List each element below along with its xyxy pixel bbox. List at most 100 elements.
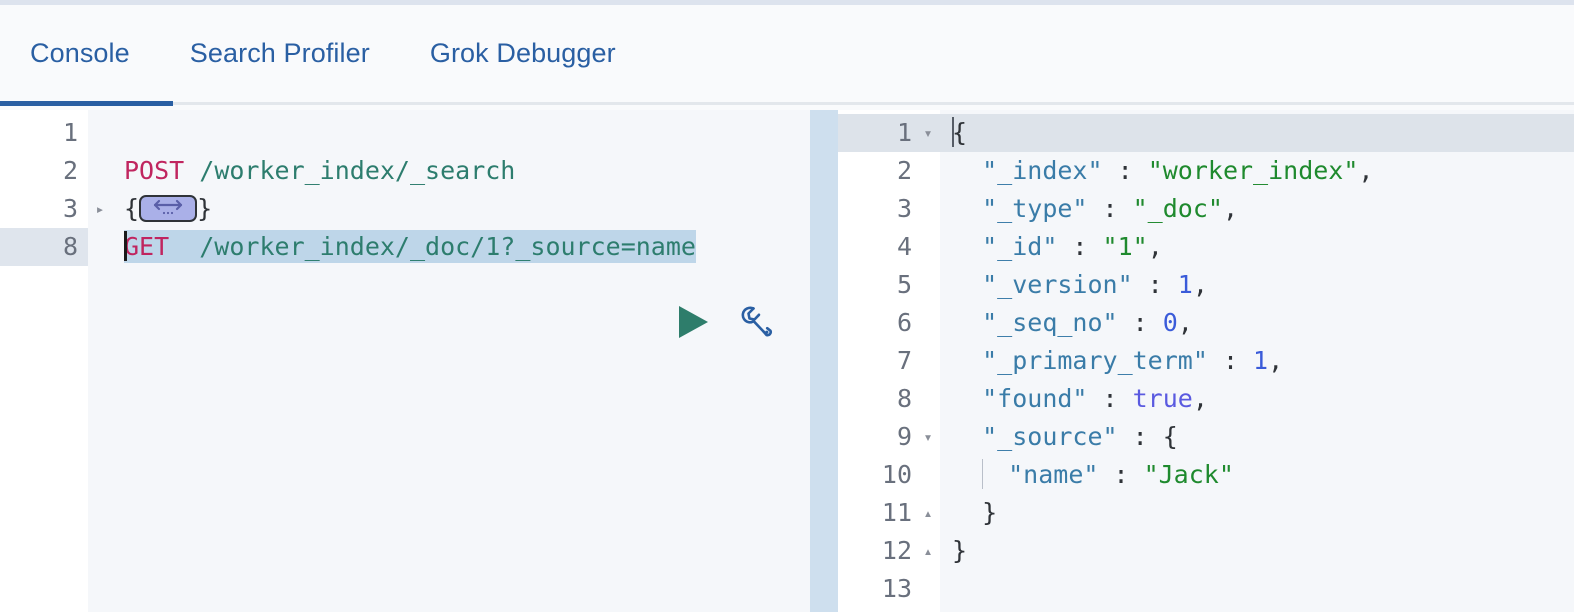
code-text: "_index" : "worker_index",: [952, 156, 1373, 185]
code-token: :: [1207, 346, 1254, 375]
line-number: 2: [62, 156, 78, 185]
line-content[interactable]: }: [940, 494, 1574, 532]
request-lines[interactable]: 1 2 POST /worker_index/_search 3 ▸ {} 8 GET /wo…: [0, 114, 810, 266]
line-content[interactable]: "found" : true,: [940, 380, 1574, 418]
line-number: 9: [896, 422, 912, 451]
line-number: 3: [62, 194, 78, 223]
code-token: "name": [1008, 460, 1099, 489]
code-token: :: [1057, 232, 1103, 261]
code-token: ,: [1222, 194, 1238, 223]
code-token: /worker_index/_search: [184, 156, 516, 185]
line-content[interactable]: "_primary_term" : 1,: [940, 342, 1574, 380]
code-token: "_primary_term": [982, 346, 1208, 375]
line-content[interactable]: "_type" : "_doc",: [940, 190, 1574, 228]
code-line[interactable]: 2 POST /worker_index/_search: [0, 152, 810, 190]
line-content[interactable]: "name" : "Jack": [940, 456, 1574, 494]
request-options-wrench-button[interactable]: [736, 302, 776, 347]
code-text: POST /worker_index/_search: [124, 156, 515, 185]
code-line[interactable]: 6 "_seq_no" : 0,: [838, 304, 1574, 342]
code-token: :: [1102, 156, 1148, 185]
code-line[interactable]: 1 ▾ {: [838, 114, 1574, 152]
code-token: "_type": [982, 194, 1088, 223]
code-fold-toggle-icon[interactable]: ▸: [88, 190, 112, 228]
request-action-icons: [676, 302, 776, 347]
line-content[interactable]: "_seq_no" : 0,: [940, 304, 1574, 342]
code-token: ,: [1192, 270, 1208, 299]
line-content[interactable]: }: [940, 532, 1574, 570]
line-content[interactable]: {}: [112, 190, 810, 228]
code-fold-toggle-icon[interactable]: ▴: [916, 532, 940, 570]
code-line[interactable]: 1: [0, 114, 810, 152]
line-content[interactable]: POST /worker_index/_search: [112, 152, 810, 190]
tab-console[interactable]: Console: [0, 5, 160, 102]
line-number: 7: [896, 346, 912, 375]
code-line[interactable]: 8 "found" : true,: [838, 380, 1574, 418]
code-token: "_index": [982, 156, 1103, 185]
line-content[interactable]: "_version" : 1,: [940, 266, 1574, 304]
code-token: }: [952, 498, 998, 527]
code-token: 1: [1253, 346, 1269, 375]
tab-label: Console: [30, 38, 130, 68]
response-pane[interactable]: 1 ▾{2 "_index" : "worker_index", 3 "_type"…: [838, 110, 1574, 612]
code-token: "found": [982, 384, 1088, 413]
code-line[interactable]: 7 "_primary_term" : 1,: [838, 342, 1574, 380]
code-text: {: [952, 117, 968, 147]
code-line[interactable]: 12 ▴}: [838, 532, 1574, 570]
code-line[interactable]: 10 "name" : "Jack": [838, 456, 1574, 494]
line-number: 8: [896, 384, 912, 413]
text-cursor: [952, 117, 954, 147]
line-content[interactable]: "_index" : "worker_index",: [940, 152, 1574, 190]
code-fold-toggle-icon[interactable]: ▴: [916, 494, 940, 532]
line-number: 4: [896, 232, 912, 261]
code-line[interactable]: 2 "_index" : "worker_index",: [838, 152, 1574, 190]
code-line[interactable]: 13: [838, 570, 1574, 608]
code-fold-toggle-icon[interactable]: ▾: [916, 418, 940, 456]
code-token: /worker_index/_doc/1?_source=name: [169, 232, 696, 261]
code-fold-toggle-icon[interactable]: ▾: [916, 114, 940, 152]
response-lines[interactable]: 1 ▾{2 "_index" : "worker_index", 3 "_type"…: [838, 114, 1574, 608]
code-line[interactable]: 8 GET /worker_index/_doc/1?_source=name: [0, 228, 810, 266]
code-text: "_seq_no" : 0,: [952, 308, 1193, 337]
line-content[interactable]: "_id" : "1",: [940, 228, 1574, 266]
line-number: 3: [896, 194, 912, 223]
code-line[interactable]: 11 ▴ }: [838, 494, 1574, 532]
tab-list: Console Search Profiler Grok Debugger: [0, 5, 646, 102]
line-number: 10: [881, 460, 912, 489]
code-token: :: [1087, 194, 1133, 223]
tab-search-profiler[interactable]: Search Profiler: [160, 5, 400, 102]
send-request-play-button[interactable]: [676, 304, 710, 345]
line-content[interactable]: "_source" : {: [940, 418, 1574, 456]
text-cursor: [124, 231, 127, 261]
code-token: ,: [1268, 346, 1284, 375]
code-token: {: [1162, 422, 1178, 451]
tab-grok-debugger[interactable]: Grok Debugger: [400, 5, 646, 102]
pane-resizer-handle[interactable]: [810, 110, 838, 612]
request-pane[interactable]: 1 2 POST /worker_index/_search 3 ▸ {} 8 GET /wo…: [0, 110, 810, 612]
code-text: "name" : "Jack": [952, 459, 1234, 489]
tab-underline-track: [0, 102, 1574, 105]
line-content[interactable]: GET /worker_index/_doc/1?_source=name: [112, 228, 810, 266]
line-content[interactable]: {: [940, 114, 1574, 152]
code-token: POST: [124, 156, 185, 185]
code-token: 1: [1177, 270, 1193, 299]
code-token: }: [197, 194, 213, 223]
code-token: :: [1117, 422, 1163, 451]
line-number: 5: [896, 270, 912, 299]
code-line[interactable]: 3 ▸ {}: [0, 190, 810, 228]
code-line[interactable]: 9 ▾ "_source" : {: [838, 418, 1574, 456]
code-text: "_type" : "_doc",: [952, 194, 1238, 223]
code-token: {: [952, 118, 968, 147]
indent-guide: [982, 459, 984, 489]
code-line[interactable]: 3 "_type" : "_doc",: [838, 190, 1574, 228]
code-line[interactable]: 4 "_id" : "1",: [838, 228, 1574, 266]
line-bg: [838, 570, 1574, 608]
tab-label: Grok Debugger: [429, 38, 616, 68]
line-number: 6: [896, 308, 912, 337]
code-line[interactable]: 5 "_version" : 1,: [838, 266, 1574, 304]
code-token: "worker_index": [1147, 156, 1359, 185]
collapsed-fold-widget[interactable]: [139, 194, 198, 222]
